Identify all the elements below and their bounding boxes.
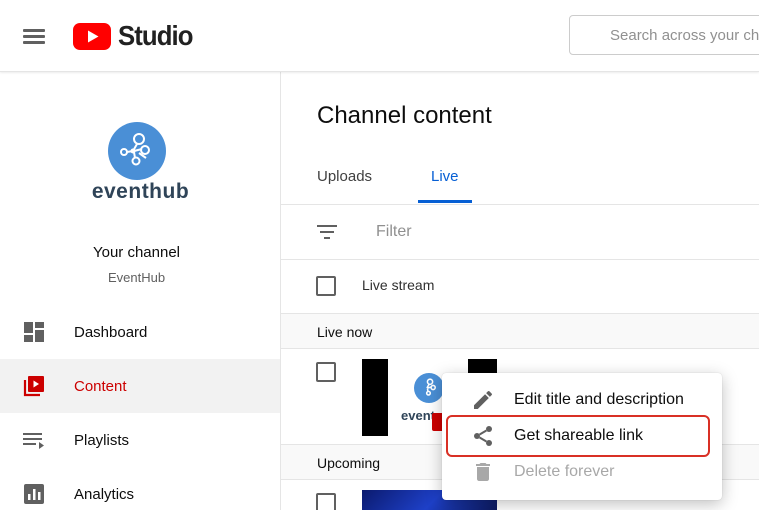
thumbnail-text: event — [401, 408, 435, 423]
row-checkbox[interactable] — [316, 362, 336, 382]
menu-item-delete-forever[interactable]: Delete forever — [442, 454, 722, 490]
app-name: Studio — [118, 20, 194, 51]
dashboard-icon — [24, 322, 44, 342]
row-checkbox[interactable] — [316, 493, 336, 510]
trash-icon — [476, 463, 490, 481]
section-label: Live now — [317, 324, 373, 340]
select-all-checkbox[interactable] — [316, 276, 336, 296]
hamburger-menu-icon[interactable] — [18, 20, 50, 52]
sidebar-item-analytics[interactable]: Analytics — [0, 467, 280, 510]
tab-live[interactable]: Live — [431, 168, 459, 202]
your-channel-label: Your channel — [92, 244, 181, 261]
sidebar: eventhub Your channel EventHub Dashboard… — [0, 72, 281, 510]
sidebar-item-content[interactable]: Content — [0, 359, 280, 413]
tab-uploads[interactable]: Uploads — [317, 168, 372, 202]
active-tab-indicator — [418, 200, 472, 203]
section-label: Upcoming — [317, 455, 381, 471]
channel-name: EventHub — [107, 270, 166, 285]
page-title: Channel content — [317, 102, 492, 129]
divider — [281, 204, 759, 205]
menu-item-get-shareable-link[interactable]: Get shareable link — [442, 418, 722, 454]
filter-icon[interactable] — [315, 220, 339, 244]
context-menu: Edit title and description Get shareable… — [442, 373, 722, 500]
eventhub-logo-icon — [120, 133, 150, 166]
brand-text: eventhub — [91, 180, 190, 203]
content-icon — [23, 376, 44, 397]
channel-avatar[interactable] — [108, 122, 166, 180]
section-header: Live now — [281, 313, 759, 349]
eventhub-logo-icon — [414, 373, 444, 403]
column-header-live-stream[interactable]: Live stream — [362, 277, 434, 293]
sidebar-item-dashboard[interactable]: Dashboard — [0, 305, 280, 359]
menu-item-label: Delete forever — [514, 463, 615, 480]
share-icon — [474, 426, 492, 446]
playlists-icon — [23, 433, 44, 449]
top-header: Studio Search across your channel — [0, 0, 759, 72]
filter-input[interactable]: Filter — [376, 223, 412, 241]
menu-item-label: Get shareable link — [514, 427, 643, 444]
sidebar-item-playlists[interactable]: Playlists — [0, 413, 280, 467]
youtube-logo-icon — [73, 22, 111, 50]
divider — [281, 259, 759, 260]
menu-item-edit-title[interactable]: Edit title and description — [442, 382, 722, 418]
analytics-icon — [24, 484, 44, 504]
search-box[interactable]: Search across your channel — [569, 15, 759, 55]
menu-item-label: Edit title and description — [514, 391, 684, 408]
sidebar-item-label: Dashboard — [74, 323, 148, 341]
sidebar-item-label: Content — [74, 377, 127, 395]
pencil-icon — [474, 390, 493, 409]
studio-logo[interactable]: Studio — [73, 20, 199, 52]
search-input[interactable]: Search across your channel — [610, 27, 759, 44]
sidebar-item-label: Playlists — [74, 431, 130, 449]
sidebar-item-label: Analytics — [74, 485, 135, 503]
